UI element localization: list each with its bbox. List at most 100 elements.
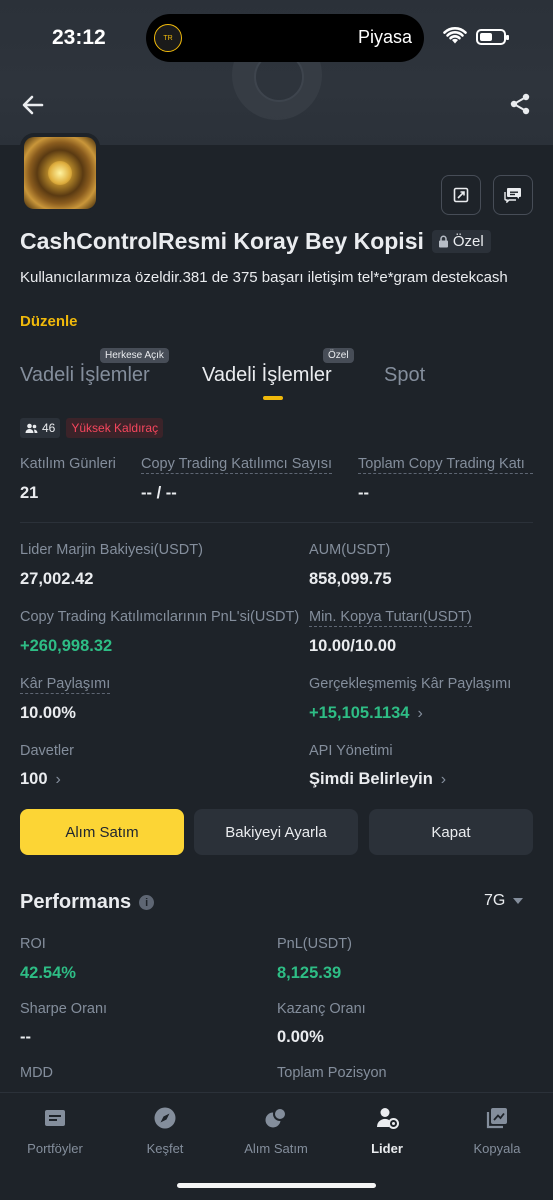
active-tab-indicator (263, 396, 283, 400)
pnl-label: PnL(USDT) (277, 936, 352, 952)
chevron-right-icon: › (55, 770, 61, 788)
unrealized-share-label: Gerçekleşmemiş Kâr Paylaşımı (309, 676, 512, 692)
chevron-right-icon: › (440, 770, 447, 788)
tab-badge-public: Herkese Açık (100, 348, 169, 363)
win-rate-value: 0.00% (277, 1028, 324, 1046)
status-time: 23:12 (52, 26, 106, 49)
chat-icon (504, 188, 521, 203)
nav-portfolios[interactable]: Portföyler (0, 1105, 110, 1156)
divider (20, 522, 533, 523)
api-label: API Yönetimi (309, 743, 393, 759)
nav-trade[interactable]: Alım Satım (221, 1105, 331, 1156)
tag-chips: 46 Yüksek Kaldıraç (20, 418, 164, 438)
copiers-label[interactable]: Copy Trading Katılımcı Sayısı (141, 456, 332, 474)
info-icon[interactable]: i (139, 895, 155, 910)
caret-down-icon (513, 898, 524, 904)
edit-icon (453, 187, 469, 203)
island-logo-icon: TR (154, 24, 182, 52)
period-selector[interactable]: 7G (484, 892, 524, 910)
sharpe-value: -- (20, 1028, 31, 1046)
nav-label: Alım Satım (244, 1141, 308, 1156)
copiers-value: -- / -- (141, 484, 177, 502)
mdd-label: MDD (20, 1065, 54, 1081)
roi-value: 42.54% (20, 964, 76, 982)
profile-description: Kullanıcılarımıza özeldir.381 de 375 baş… (20, 269, 508, 286)
invites-label: Davetler (20, 743, 74, 759)
win-rate-label: Kazanç Oranı (277, 1001, 366, 1017)
invites-row[interactable]: 100 › (20, 770, 61, 789)
unrealized-share-value: +15,105.1134 (309, 704, 410, 722)
share-icon[interactable] (508, 92, 532, 116)
close-button[interactable]: Kapat (369, 809, 533, 855)
private-badge: Özel (431, 230, 491, 253)
invites-value: 100 (20, 770, 48, 788)
tab-public-futures[interactable]: Vadeli İşlemler Herkese Açık (20, 348, 169, 387)
total-copy-value: -- (358, 484, 369, 502)
tab-label: Vadeli İşlemler (202, 364, 332, 386)
tab-private-futures[interactable]: Vadeli İşlemler Özel (202, 348, 354, 387)
followers-chip: 46 (20, 418, 61, 438)
home-indicator[interactable] (177, 1183, 376, 1188)
tab-label: Vadeli İşlemler (20, 364, 150, 386)
edit-profile-button[interactable] (441, 175, 481, 215)
nav-label: Kopyala (473, 1141, 521, 1156)
aum-label: AUM(USDT) (309, 542, 391, 558)
avatar-image (24, 137, 96, 209)
api-row[interactable]: Şimdi Belirleyin › (309, 770, 446, 789)
total-copy-label[interactable]: Toplam Copy Trading Katı (358, 456, 533, 474)
sharpe-label: Sharpe Oranı (20, 1001, 108, 1017)
wifi-icon (443, 27, 467, 44)
margin-balance-value: 27,002.42 (20, 570, 94, 588)
join-days-label: Katılım Günleri (20, 456, 116, 472)
api-value: Şimdi Belirleyin (309, 770, 433, 788)
trade-icon (265, 1107, 287, 1128)
join-days-value: 21 (20, 484, 39, 502)
back-arrow-icon[interactable] (20, 92, 46, 118)
lock-icon (438, 235, 448, 248)
margin-balance-label: Lider Marjin Bakiyesi(USDT) (20, 542, 203, 558)
chat-button[interactable] (493, 175, 533, 215)
roi-label: ROI (20, 936, 46, 952)
unrealized-share-row[interactable]: +15,105.1134 › (309, 704, 423, 723)
edit-description-link[interactable]: Düzenle (20, 313, 78, 330)
nav-label: Lider (371, 1141, 403, 1156)
private-badge-label: Özel (452, 233, 484, 250)
nav-copy[interactable]: Kopyala (442, 1105, 552, 1156)
leader-icon (376, 1108, 399, 1129)
followers-count: 46 (42, 421, 56, 435)
copy-icon (486, 1108, 507, 1129)
chevron-right-icon: › (417, 704, 423, 722)
tab-spot[interactable]: Spot (384, 364, 425, 387)
nav-label: Portföyler (27, 1141, 83, 1156)
nav-leader[interactable]: Lider (332, 1105, 442, 1156)
dynamic-island[interactable]: TR Piyasa (146, 14, 424, 62)
nav-label: Keşfet (146, 1141, 184, 1156)
portfolio-icon (45, 1110, 65, 1126)
performance-heading: Performans i (20, 891, 155, 914)
total-positions-label: Toplam Pozisyon (277, 1065, 387, 1081)
tab-label: Spot (384, 364, 426, 386)
status-bar: 23:12 TR Piyasa (0, 0, 553, 70)
island-text: Piyasa (357, 27, 412, 47)
battery-icon (476, 29, 509, 45)
users-icon (25, 423, 38, 433)
page-title: CashControlResmi Koray Bey Kopisi (20, 228, 424, 254)
copier-pnl-value: +260,998.32 (20, 637, 113, 655)
min-copy-label[interactable]: Min. Kopya Tutarı(USDT) (309, 609, 472, 627)
copier-pnl-label: Copy Trading Katılımcılarının PnL'si(USD… (20, 609, 300, 625)
high-leverage-badge: Yüksek Kaldıraç (66, 418, 164, 438)
period-value: 7G (484, 892, 506, 909)
performance-title: Performans (20, 891, 132, 913)
profit-share-label[interactable]: Kâr Paylaşımı (20, 676, 111, 694)
trade-button[interactable]: Alım Satım (20, 809, 184, 855)
title-row: CashControlResmi Koray Bey Kopisi Özel (20, 228, 491, 255)
adjust-balance-button[interactable]: Bakiyeyi Ayarla (194, 809, 358, 855)
compass-icon (154, 1107, 176, 1129)
nav-discover[interactable]: Keşfet (110, 1105, 220, 1156)
profit-share-value: 10.00% (20, 704, 76, 722)
tab-badge-private: Özel (323, 348, 354, 363)
avatar[interactable] (20, 133, 100, 213)
pnl-value: 8,125.39 (277, 964, 342, 982)
aum-value: 858,099.75 (309, 570, 392, 588)
min-copy-value: 10.00/10.00 (309, 637, 397, 655)
